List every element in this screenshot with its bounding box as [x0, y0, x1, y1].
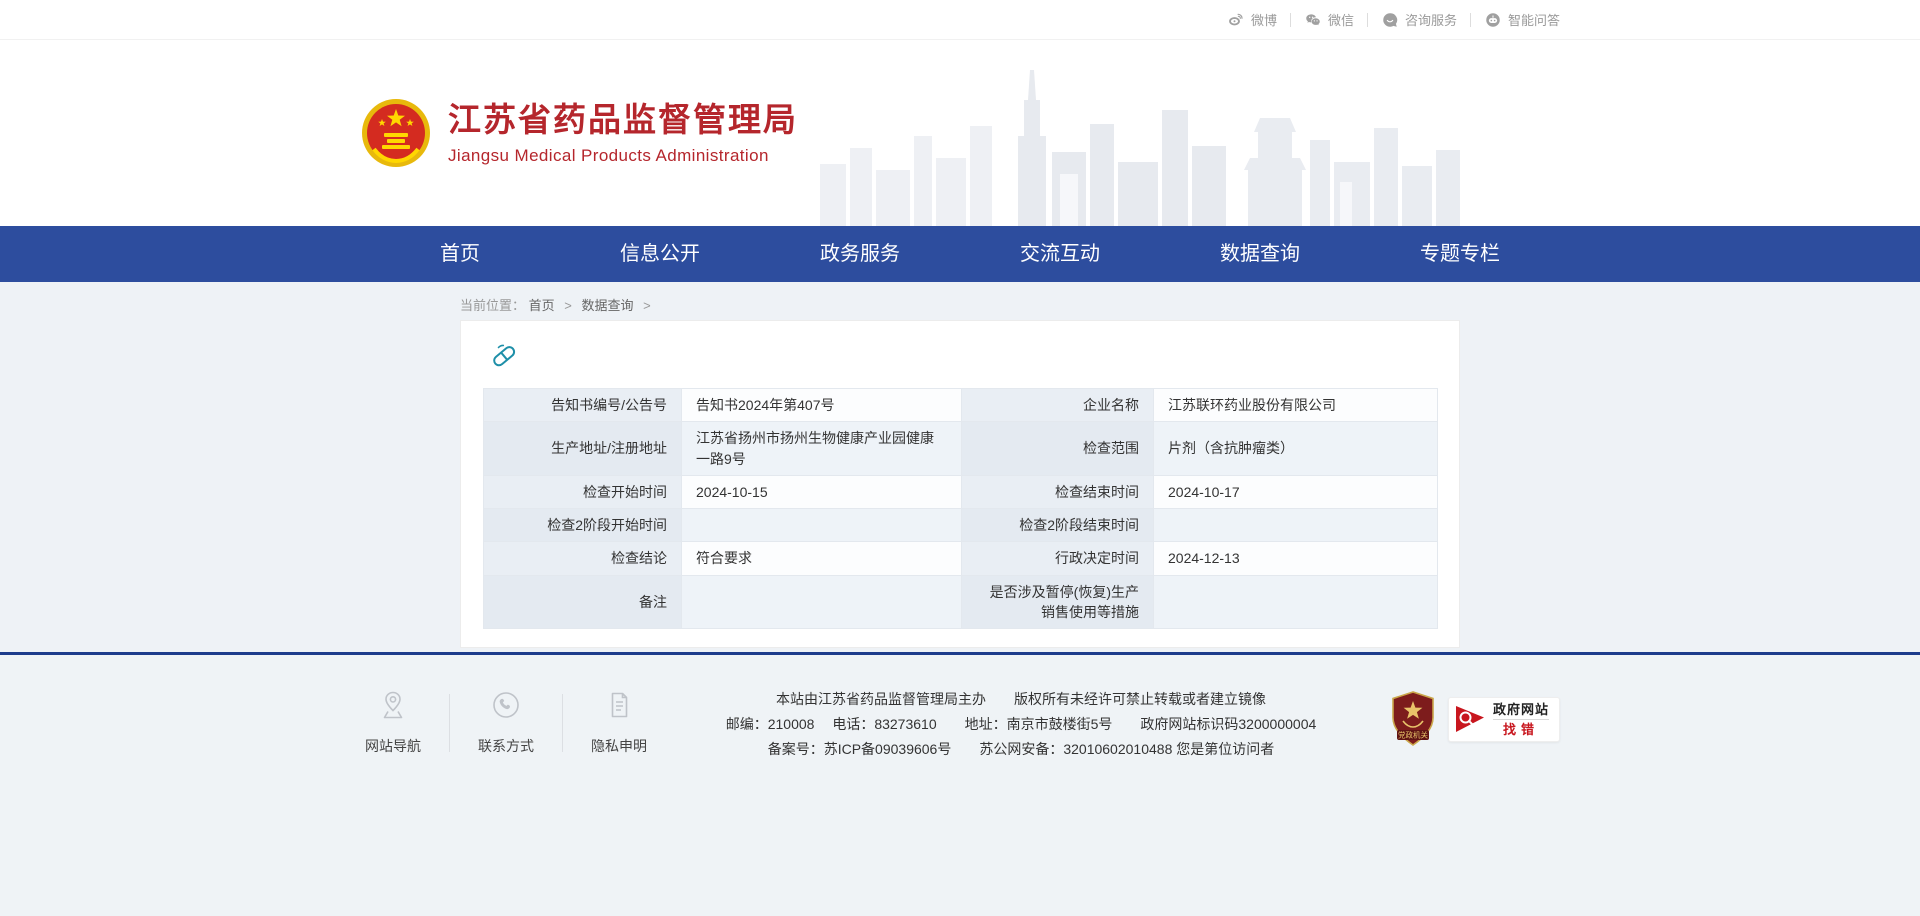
- table-row: 检查2阶段开始时间 检查2阶段结束时间: [484, 509, 1438, 542]
- admin-decision-date-label: 行政决定时间: [962, 542, 1154, 575]
- weibo-link[interactable]: 微博: [1227, 10, 1277, 29]
- smart-qa-label: 智能问答: [1508, 10, 1560, 29]
- company-name-label: 企业名称: [962, 389, 1154, 422]
- nav-item-home[interactable]: 首页: [360, 226, 560, 282]
- breadcrumb-separator: >: [643, 298, 651, 313]
- wechat-link[interactable]: 微信: [1304, 10, 1354, 29]
- footer-divider: [562, 694, 563, 752]
- find-error-texts: 政府网站 找错: [1493, 702, 1549, 737]
- smart-qa-link[interactable]: 智能问答: [1484, 10, 1560, 29]
- footer-link-privacy-label: 隐私申明: [586, 736, 652, 756]
- table-row: 告知书编号/公告号 告知书2024年第407号 企业名称 江苏联环药业股份有限公…: [484, 389, 1438, 422]
- weibo-label: 微博: [1251, 10, 1277, 29]
- page-root: 微博 微信 咨询服务 智能问答: [0, 0, 1920, 916]
- footer-legal-text: 本站由江苏省药品监督管理局主办 版权所有未经许可禁止转载或者建立镜像 邮编：21…: [652, 687, 1390, 762]
- svg-text:党政机关: 党政机关: [1398, 730, 1428, 740]
- breadcrumb: 当前位置： 首页 > 数据查询 >: [460, 282, 1460, 314]
- footer-line-icp: 备案号：苏ICP备09039606号 苏公网安备：32010602010488 …: [672, 737, 1370, 762]
- inspection-end-label: 检查结束时间: [962, 475, 1154, 508]
- document-icon: [603, 689, 635, 721]
- find-error-icon: [1453, 702, 1487, 736]
- company-name-value: 江苏联环药业股份有限公司: [1154, 389, 1438, 422]
- inspection-end-value: 2024-10-17: [1154, 475, 1438, 508]
- inspection-scope-value: 片剂（含抗肿瘤类）: [1154, 422, 1438, 476]
- consult-service-link[interactable]: 咨询服务: [1381, 10, 1457, 29]
- site-header: 江苏省药品监督管理局 Jiangsu Medical Products Admi…: [0, 40, 1920, 226]
- footer-link-contact-label: 联系方式: [473, 736, 539, 756]
- wechat-icon: [1304, 11, 1322, 29]
- suspension-measures-value: [1154, 575, 1438, 629]
- inspection-start-value: 2024-10-15: [682, 475, 962, 508]
- robot-icon: [1484, 11, 1502, 29]
- conclusion-value: 符合要求: [682, 542, 962, 575]
- site-title: 江苏省药品监督管理局: [448, 100, 798, 140]
- phase2-end-value: [1154, 509, 1438, 542]
- notice-number-label: 告知书编号/公告号: [484, 389, 682, 422]
- main-content: 当前位置： 首页 > 数据查询 > 告知书编号/公告号 告知书2024年第407…: [0, 282, 1920, 652]
- find-error-divider: [1493, 719, 1549, 720]
- nav-item-special-topics[interactable]: 专题专栏: [1360, 226, 1560, 282]
- top-utility-bar: 微博 微信 咨询服务 智能问答: [0, 0, 1920, 40]
- footer-link-privacy[interactable]: 隐私申明: [586, 689, 652, 756]
- party-gov-shield-badge[interactable]: 党政机关: [1390, 691, 1436, 747]
- map-pin-icon: [377, 689, 409, 721]
- pill-icon: [489, 341, 519, 371]
- topbar-divider: [1470, 13, 1471, 27]
- phase2-end-label: 检查2阶段结束时间: [962, 509, 1154, 542]
- breadcrumb-section-link[interactable]: 数据查询: [582, 298, 634, 313]
- nav-item-info-disclosure[interactable]: 信息公开: [560, 226, 760, 282]
- footer-line-host: 本站由江苏省药品监督管理局主办 版权所有未经许可禁止转载或者建立镜像: [672, 687, 1370, 712]
- gov-site-error-report-badge[interactable]: 政府网站 找错: [1448, 697, 1560, 742]
- inspection-start-label: 检查开始时间: [484, 475, 682, 508]
- phone-icon: [490, 689, 522, 721]
- address-label: 生产地址/注册地址: [484, 422, 682, 476]
- footer-line-contact: 邮编：210008 电话：83273610 地址：南京市鼓楼街5号 政府网站标识…: [672, 712, 1370, 737]
- weibo-icon: [1227, 11, 1245, 29]
- site-footer: 网站导航 联系方式 隐私申明: [0, 655, 1920, 916]
- footer-link-sitemap-label: 网站导航: [360, 736, 426, 756]
- footer-badges: 党政机关 政府网站 找错: [1390, 691, 1560, 747]
- footer-link-contact[interactable]: 联系方式: [473, 689, 539, 756]
- table-row: 生产地址/注册地址 江苏省扬州市扬州生物健康产业园健康一路9号 检查范围 片剂（…: [484, 422, 1438, 476]
- footer-link-sitemap[interactable]: 网站导航: [360, 689, 426, 756]
- phase2-start-label: 检查2阶段开始时间: [484, 509, 682, 542]
- table-row: 检查开始时间 2024-10-15 检查结束时间 2024-10-17: [484, 475, 1438, 508]
- address-value: 江苏省扬州市扬州生物健康产业园健康一路9号: [682, 422, 962, 476]
- conclusion-label: 检查结论: [484, 542, 682, 575]
- table-row: 检查结论 符合要求 行政决定时间 2024-12-13: [484, 542, 1438, 575]
- inspection-detail-table: 告知书编号/公告号 告知书2024年第407号 企业名称 江苏联环药业股份有限公…: [483, 388, 1438, 629]
- national-emblem-logo: [360, 97, 432, 169]
- site-subtitle: Jiangsu Medical Products Administration: [448, 146, 798, 166]
- site-title-block: 江苏省药品监督管理局 Jiangsu Medical Products Admi…: [448, 100, 798, 166]
- breadcrumb-prefix: 当前位置：: [460, 298, 525, 313]
- admin-decision-date-value: 2024-12-13: [1154, 542, 1438, 575]
- find-error-subtitle: 找错: [1493, 722, 1549, 737]
- footer-quicklinks: 网站导航 联系方式 隐私申明: [360, 689, 652, 756]
- breadcrumb-separator: >: [564, 298, 572, 313]
- nav-item-gov-services[interactable]: 政务服务: [760, 226, 960, 282]
- primary-nav: 首页 信息公开 政务服务 交流互动 数据查询 专题专栏: [0, 226, 1920, 282]
- remarks-value: [682, 575, 962, 629]
- footer-divider: [449, 694, 450, 752]
- topbar-divider: [1367, 13, 1368, 27]
- find-error-title: 政府网站: [1493, 702, 1549, 717]
- chat-service-icon: [1381, 11, 1399, 29]
- notice-number-value: 告知书2024年第407号: [682, 389, 962, 422]
- remarks-label: 备注: [484, 575, 682, 629]
- consult-service-label: 咨询服务: [1405, 10, 1457, 29]
- nav-item-interaction[interactable]: 交流互动: [960, 226, 1160, 282]
- breadcrumb-home-link[interactable]: 首页: [529, 298, 555, 313]
- nav-item-data-query[interactable]: 数据查询: [1160, 226, 1360, 282]
- table-row: 备注 是否涉及暂停(恢复)生产销售使用等措施: [484, 575, 1438, 629]
- inspection-scope-label: 检查范围: [962, 422, 1154, 476]
- phase2-start-value: [682, 509, 962, 542]
- suspension-measures-label: 是否涉及暂停(恢复)生产销售使用等措施: [962, 575, 1154, 629]
- inspection-detail-card: 告知书编号/公告号 告知书2024年第407号 企业名称 江苏联环药业股份有限公…: [460, 320, 1460, 648]
- topbar-divider: [1290, 13, 1291, 27]
- wechat-label: 微信: [1328, 10, 1354, 29]
